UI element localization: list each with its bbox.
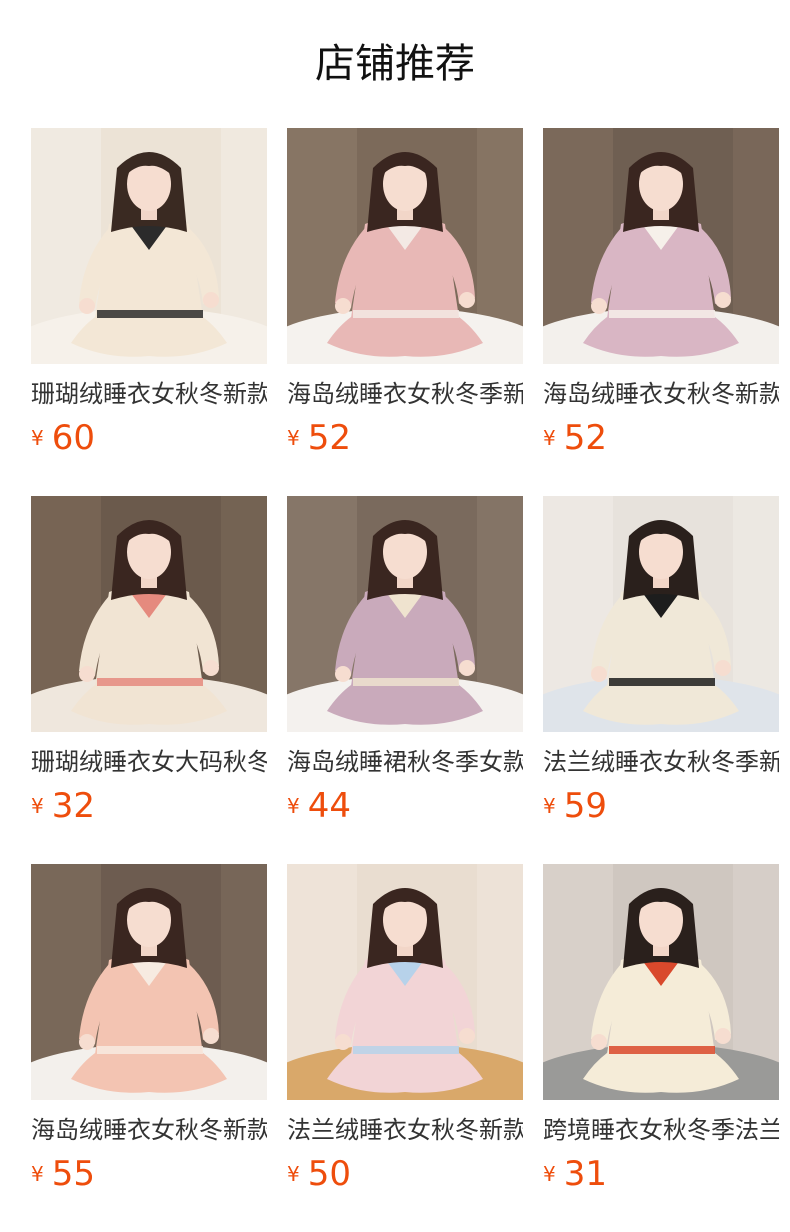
photo-hem-trim — [353, 1046, 459, 1054]
currency-symbol: ¥ — [543, 1162, 556, 1186]
product-card[interactable]: 法兰绒睡衣女秋冬季新款 ¥59 — [543, 496, 779, 864]
product-card[interactable]: 海岛绒睡衣女秋冬新款 ¥52 — [543, 128, 779, 496]
product-price: ¥50 — [287, 1154, 351, 1194]
photo-hand-right — [715, 660, 731, 676]
photo-hand-right — [459, 292, 475, 308]
price-amount: 31 — [563, 1154, 607, 1194]
currency-symbol: ¥ — [543, 794, 556, 818]
product-image[interactable] — [543, 864, 779, 1100]
product-price: ¥52 — [543, 418, 607, 458]
product-name[interactable]: 法兰绒睡衣女秋冬新款 — [287, 1114, 523, 1146]
product-image[interactable] — [31, 128, 267, 364]
product-price: ¥60 — [31, 418, 95, 458]
photo-hand-right — [459, 660, 475, 676]
product-price: ¥52 — [287, 418, 351, 458]
currency-symbol: ¥ — [287, 1162, 300, 1186]
product-image[interactable] — [31, 496, 267, 732]
photo-hand-left — [79, 666, 95, 682]
photo-hand-right — [715, 1028, 731, 1044]
product-grid: 珊瑚绒睡衣女秋冬新款 ¥60 海岛绒睡衣女秋冬季新款 ¥52 海岛绒睡衣女秋冬新款 ¥52… — [31, 128, 779, 1232]
product-name[interactable]: 法兰绒睡衣女秋冬季新款 — [543, 746, 779, 778]
photo-hem-trim — [97, 1046, 203, 1054]
photo-hem-trim — [97, 310, 203, 318]
page-title: 店铺推荐 — [315, 41, 475, 87]
photo-hem-trim — [353, 678, 459, 686]
price-amount: 44 — [307, 786, 351, 826]
photo-hem-trim — [609, 678, 715, 686]
photo-hand-left — [335, 666, 351, 682]
photo-hand-left — [591, 298, 607, 314]
product-price: ¥31 — [543, 1154, 607, 1194]
product-price: ¥55 — [31, 1154, 95, 1194]
product-name[interactable]: 海岛绒睡裙秋冬季女款 — [287, 746, 523, 778]
photo-hem-trim — [609, 310, 715, 318]
photo-hem-trim — [609, 1046, 715, 1054]
product-card[interactable]: 海岛绒睡裙秋冬季女款 ¥44 — [287, 496, 523, 864]
product-card[interactable]: 海岛绒睡衣女秋冬季新款 ¥52 — [287, 128, 523, 496]
photo-hand-right — [459, 1028, 475, 1044]
product-image[interactable] — [31, 864, 267, 1100]
price-amount: 60 — [51, 418, 95, 458]
product-price: ¥59 — [543, 786, 607, 826]
photo-hand-left — [591, 666, 607, 682]
currency-symbol: ¥ — [31, 794, 44, 818]
product-card[interactable]: 法兰绒睡衣女秋冬新款 ¥50 — [287, 864, 523, 1232]
product-image[interactable] — [543, 128, 779, 364]
price-amount: 50 — [307, 1154, 351, 1194]
product-image[interactable] — [287, 128, 523, 364]
product-card[interactable]: 珊瑚绒睡衣女大码秋冬 ¥32 — [31, 496, 267, 864]
photo-hand-right — [203, 660, 219, 676]
product-name[interactable]: 海岛绒睡衣女秋冬季新款 — [287, 378, 523, 410]
photo-hand-left — [79, 1034, 95, 1050]
currency-symbol: ¥ — [543, 426, 556, 450]
currency-symbol: ¥ — [287, 426, 300, 450]
currency-symbol: ¥ — [31, 1162, 44, 1186]
photo-hand-left — [335, 1034, 351, 1050]
photo-hand-right — [203, 292, 219, 308]
currency-symbol: ¥ — [287, 794, 300, 818]
product-price: ¥44 — [287, 786, 351, 826]
photo-hem-trim — [353, 310, 459, 318]
product-price: ¥32 — [31, 786, 95, 826]
photo-hand-left — [335, 298, 351, 314]
product-image[interactable] — [287, 864, 523, 1100]
product-name[interactable]: 海岛绒睡衣女秋冬新款 — [31, 1114, 267, 1146]
photo-hand-right — [203, 1028, 219, 1044]
product-name[interactable]: 跨境睡衣女秋冬季法兰绒 — [543, 1114, 779, 1146]
product-image[interactable] — [543, 496, 779, 732]
photo-hem-trim — [97, 678, 203, 686]
photo-hand-left — [591, 1034, 607, 1050]
price-amount: 59 — [563, 786, 607, 826]
photo-hand-right — [715, 292, 731, 308]
product-card[interactable]: 海岛绒睡衣女秋冬新款 ¥55 — [31, 864, 267, 1232]
price-amount: 52 — [307, 418, 351, 458]
product-name[interactable]: 珊瑚绒睡衣女大码秋冬 — [31, 746, 267, 778]
product-card[interactable]: 跨境睡衣女秋冬季法兰绒 ¥31 — [543, 864, 779, 1232]
product-image[interactable] — [287, 496, 523, 732]
currency-symbol: ¥ — [31, 426, 44, 450]
price-amount: 55 — [51, 1154, 95, 1194]
photo-hand-left — [79, 298, 95, 314]
product-name[interactable]: 海岛绒睡衣女秋冬新款 — [543, 378, 779, 410]
price-amount: 32 — [51, 786, 95, 826]
price-amount: 52 — [563, 418, 607, 458]
product-name[interactable]: 珊瑚绒睡衣女秋冬新款 — [31, 378, 267, 410]
product-card[interactable]: 珊瑚绒睡衣女秋冬新款 ¥60 — [31, 128, 267, 496]
